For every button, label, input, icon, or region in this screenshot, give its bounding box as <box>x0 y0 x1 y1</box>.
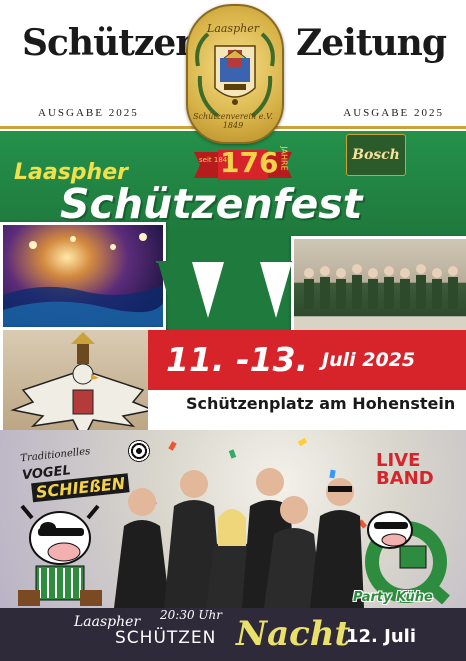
masthead-left-word: Schützen <box>22 22 201 64</box>
pennant-garland <box>156 258 292 328</box>
night-time: 20:30 Uhr <box>160 608 222 622</box>
emblem-bottom-text: Schützenverein e.V. 1849 <box>193 112 273 130</box>
emblem-top-text: Laaspher <box>207 22 259 35</box>
band-word: BAND <box>376 468 434 489</box>
party-kuehe-logo <box>346 500 466 605</box>
band-members-photo <box>114 456 364 608</box>
festival-crowd-photo <box>0 222 166 336</box>
club-group-photo <box>291 236 466 338</box>
night-word2: Nacht <box>236 614 351 654</box>
anniversary-number: 176 <box>220 146 279 179</box>
sponsor-logo: Bosch <box>346 134 406 176</box>
vogel-line1: Traditionelles <box>19 446 91 465</box>
event-dates: 11. -13. <box>166 340 309 379</box>
anniversary-unit: JAHRE <box>279 146 289 171</box>
edition-right: AUSGABE 2025 <box>343 107 444 119</box>
cow-mascot-accordion-icon <box>10 498 110 612</box>
masthead-right-word: Zeitung <box>295 22 447 64</box>
night-word1: SCHÜTZEN <box>115 628 217 648</box>
live-band-label: LIVE BAND <box>376 452 434 488</box>
band-name: Party Kühe <box>353 590 433 605</box>
event-month-year: Juli 2025 <box>322 349 416 371</box>
night-date: 12. Juli <box>346 626 417 647</box>
edition-left: AUSGABE 2025 <box>38 107 139 119</box>
title-line2: Schützenfest <box>60 180 363 228</box>
event-venue: Schützenplatz am Hohenstein <box>186 394 456 413</box>
